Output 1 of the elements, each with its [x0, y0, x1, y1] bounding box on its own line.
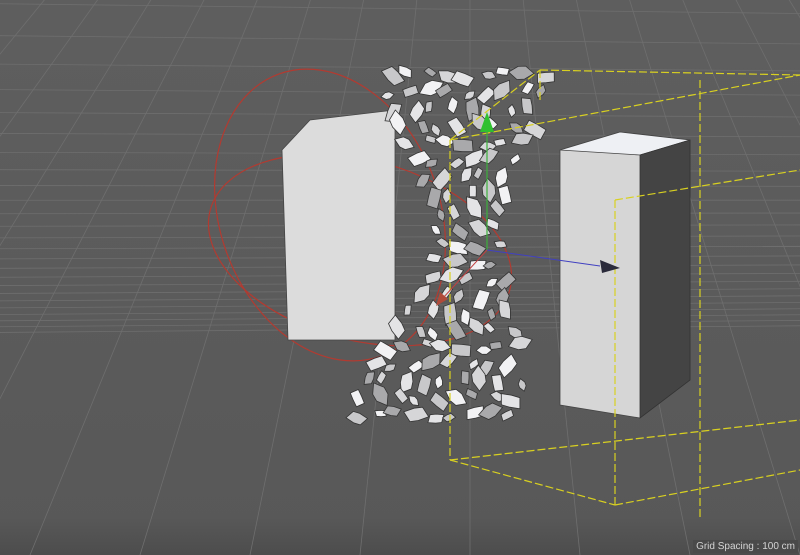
grid-spacing-label: Grid Spacing : 100 cm [693, 540, 798, 553]
